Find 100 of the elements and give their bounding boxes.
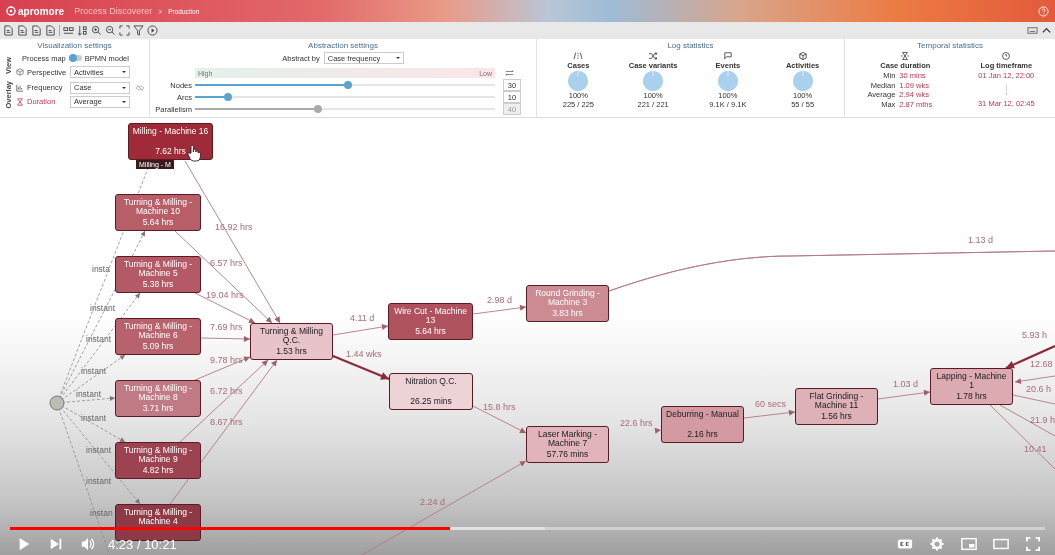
fit-screen-icon[interactable]: [119, 25, 130, 36]
node-title: Round Grinding - Machine 3: [534, 289, 601, 307]
node-title: Milling - Machine 16: [132, 127, 209, 136]
section-title: Log statistics: [666, 41, 715, 50]
node-duration: 1.56 hrs: [821, 412, 852, 421]
edge-label: 1.44 wks: [346, 349, 382, 359]
slider-thumb[interactable]: [344, 81, 352, 89]
activity-node[interactable]: Nitration Q.C. 26.25 mins: [389, 373, 473, 410]
edge-label: 16.92 hrs: [215, 222, 253, 232]
layout-icon[interactable]: [63, 25, 74, 36]
edge-label: 12.68: [1030, 359, 1053, 369]
slider-thumb[interactable]: [224, 93, 232, 101]
volume-icon[interactable]: [80, 537, 96, 551]
fullscreen-icon[interactable]: [1025, 537, 1041, 551]
section-title: Visualization settings: [36, 41, 113, 50]
edge-label: 2.98 d: [487, 295, 513, 305]
node-title: Turning & Milling - Machine 9: [122, 446, 194, 464]
edge-arrow: [200, 335, 251, 342]
collapse-icon[interactable]: [1041, 25, 1052, 36]
hidden-eye-icon[interactable]: [135, 83, 145, 92]
edge-label: instant: [86, 445, 112, 455]
edge-label: instant: [81, 366, 107, 376]
start-node[interactable]: [49, 395, 65, 411]
node-title: Turning & Milling - Machine 10: [122, 198, 194, 216]
pie-chart-icon: [717, 71, 738, 91]
zoom-in-icon[interactable]: [91, 25, 102, 36]
edge-label: 8.67 hrs: [210, 417, 243, 427]
edge-label: 1.13 d: [968, 235, 994, 245]
theater-mode-icon[interactable]: [993, 537, 1009, 551]
activity-node[interactable]: Turning & Milling - Machine 5 5.38 hrs: [115, 256, 201, 293]
edge-arrow: [472, 304, 527, 315]
pie-chart-icon: [792, 71, 813, 91]
edge-label: instan: [90, 508, 113, 518]
export-icon[interactable]: [31, 25, 42, 36]
edge-label: 5.93 h: [1022, 330, 1048, 340]
edge-label: 7.69 hrs: [210, 322, 243, 332]
node-duration: 4.82 hrs: [142, 466, 174, 475]
swap-icon[interactable]: [505, 70, 514, 76]
node-duration: 5.38 hrs: [142, 280, 174, 289]
edge-label: 2.24 d: [420, 497, 446, 507]
cube-icon: [797, 52, 808, 60]
node-title: Turning & Milling - Machine 6: [122, 322, 194, 340]
edge-label: 6.72 hrs: [210, 386, 243, 396]
help-icon[interactable]: [1038, 5, 1049, 17]
next-icon[interactable]: [48, 537, 64, 551]
activity-node[interactable]: Laser Marking - Machine 7 57.76 mins: [526, 426, 609, 463]
section-title: Abstraction settings: [307, 41, 379, 50]
export-icon[interactable]: [45, 25, 56, 36]
view-toggle[interactable]: [68, 55, 82, 61]
node-duration: 7.62 hrs: [155, 147, 186, 156]
brand-name: apromore: [18, 5, 65, 17]
node-duration: 3.83 hrs: [552, 309, 583, 318]
activity-node[interactable]: Turning & Milling - Machine 6 5.09 hrs: [115, 318, 201, 355]
activity-node[interactable]: Milling - Machine 16 7.62 hrs: [128, 123, 213, 160]
zoom-out-icon[interactable]: [105, 25, 116, 36]
node-title: Wire Cut - Machine 13: [393, 307, 468, 325]
play-icon[interactable]: [147, 25, 158, 36]
edge-label: 6.57 hrs: [210, 258, 243, 268]
activity-node[interactable]: Turning & Milling Q.C. 1.53 hrs: [250, 323, 333, 360]
node-title: Deburring - Manual: [666, 410, 739, 419]
edge-label: 22.6 hrs: [620, 418, 653, 428]
node-title: Flat Grinding - Machine 11: [808, 392, 865, 410]
edge-label: instant: [90, 303, 116, 313]
activity-node[interactable]: Flat Grinding - Machine 11 1.56 hrs: [795, 388, 878, 425]
node-title: Turning & Milling - Machine 5: [122, 260, 194, 278]
node-title: Turning & Milling Q.C.: [259, 327, 324, 345]
node-title: Lapping - Machine 1: [935, 372, 1008, 390]
activity-node[interactable]: Turning & Milling - Machine 9 4.82 hrs: [115, 442, 201, 479]
clock-icon: [1001, 52, 1012, 60]
app-name: Process Discoverer: [74, 6, 153, 16]
pie-chart-icon: [568, 71, 589, 91]
activity-node[interactable]: Turning & Milling - Machine 4: [115, 504, 201, 541]
hourglass-icon: [900, 52, 911, 60]
pie-chart-icon: [643, 71, 664, 91]
activity-node[interactable]: Wire Cut - Machine 13 5.64 hrs: [388, 303, 473, 340]
edge-label: 4.11 d: [350, 313, 375, 323]
shuffle-icon: [648, 52, 659, 60]
node-title: Turning & Milling - Machine 8: [122, 384, 194, 402]
miniplayer-icon[interactable]: [961, 537, 977, 551]
activity-node[interactable]: Lapping - Machine 1 1.78 hrs: [930, 368, 1013, 405]
edge-label: 19.04 hrs: [206, 290, 244, 300]
settings-icon[interactable]: [929, 537, 945, 551]
edge-label: 20.6 h: [1026, 384, 1052, 394]
edge-label: instant: [81, 413, 107, 423]
export-icon[interactable]: [3, 25, 14, 36]
node-duration: 1.53 hrs: [276, 347, 307, 356]
edge-label: 10.41: [1024, 444, 1047, 454]
hand-cursor-icon: [187, 144, 201, 162]
node-title: Turning & Milling - Machine 4: [122, 508, 194, 526]
export-icon[interactable]: [17, 25, 28, 36]
filter-icon[interactable]: [133, 25, 144, 36]
activity-node[interactable]: Turning & Milling - Machine 10 5.64 hrs: [115, 194, 201, 231]
edge-arrow: [332, 355, 390, 380]
activity-node[interactable]: Deburring - Manual 2.16 hrs: [661, 406, 744, 443]
node-duration: 1.78 hrs: [956, 392, 987, 401]
node-duration: 5.09 hrs: [142, 342, 174, 351]
edge-label: instant: [76, 389, 102, 399]
sort-icon[interactable]: [77, 25, 88, 36]
section-title: Temporal statistics: [916, 41, 984, 50]
subtitles-icon[interactable]: [897, 537, 913, 551]
